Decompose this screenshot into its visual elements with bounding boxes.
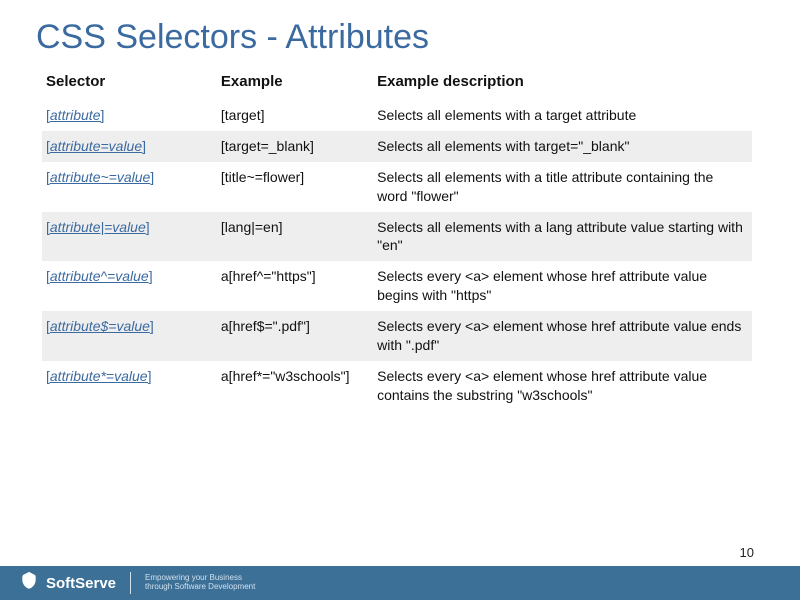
selector-cell: [attribute~=value] xyxy=(42,162,217,212)
selector-link[interactable]: attribute xyxy=(50,107,101,123)
description-cell: Selects all elements with target="_blank… xyxy=(373,131,752,162)
table-row: [attribute] [target] Selects all element… xyxy=(42,100,752,131)
example-cell: [target] xyxy=(217,100,373,131)
description-cell: Selects every <a> element whose href att… xyxy=(373,311,752,361)
description-cell: Selects every <a> element whose href att… xyxy=(373,361,752,411)
page-number: 10 xyxy=(740,545,754,560)
table-row: [attribute$=value] a[href$=".pdf"] Selec… xyxy=(42,311,752,361)
description-cell: Selects all elements with a lang attribu… xyxy=(373,212,752,262)
table-row: [attribute*=value] a[href*="w3schools"] … xyxy=(42,361,752,411)
table-row: [attribute^=value] a[href^="https"] Sele… xyxy=(42,261,752,311)
selector-link[interactable]: attribute=value xyxy=(50,138,142,154)
selector-cell: [attribute$=value] xyxy=(42,311,217,361)
selector-link[interactable]: attribute|=value xyxy=(50,219,146,235)
table-header-row: Selector Example Example description xyxy=(42,67,752,100)
table-row: [attribute~=value] [title~=flower] Selec… xyxy=(42,162,752,212)
brand-name: SoftServe xyxy=(46,575,116,592)
description-cell: Selects all elements with a target attri… xyxy=(373,100,752,131)
footer-bar: SoftServe Empowering your Business throu… xyxy=(0,566,800,600)
selector-cell: [attribute^=value] xyxy=(42,261,217,311)
slide-title: CSS Selectors - Attributes xyxy=(0,0,800,67)
example-cell: [title~=flower] xyxy=(217,162,373,212)
selector-cell: [attribute] xyxy=(42,100,217,131)
table-row: [attribute=value] [target=_blank] Select… xyxy=(42,131,752,162)
selector-cell: [attribute*=value] xyxy=(42,361,217,411)
footer-tagline: Empowering your Business through Softwar… xyxy=(145,574,255,592)
col-header-description: Example description xyxy=(373,67,752,100)
description-cell: Selects every <a> element whose href att… xyxy=(373,261,752,311)
example-cell: a[href$=".pdf"] xyxy=(217,311,373,361)
example-cell: a[href^="https"] xyxy=(217,261,373,311)
selector-link[interactable]: attribute$=value xyxy=(50,318,150,334)
selector-link[interactable]: attribute~=value xyxy=(50,169,150,185)
brand-logo: SoftServe xyxy=(18,570,116,597)
selector-cell: [attribute|=value] xyxy=(42,212,217,262)
selector-link[interactable]: attribute^=value xyxy=(50,268,149,284)
slide: CSS Selectors - Attributes Selector Exam… xyxy=(0,0,800,600)
description-cell: Selects all elements with a title attrib… xyxy=(373,162,752,212)
col-header-selector: Selector xyxy=(42,67,217,100)
example-cell: [target=_blank] xyxy=(217,131,373,162)
selector-link[interactable]: attribute*=value xyxy=(50,368,148,384)
table-row: [attribute|=value] [lang|=en] Selects al… xyxy=(42,212,752,262)
selector-cell: [attribute=value] xyxy=(42,131,217,162)
selectors-table: Selector Example Example description [at… xyxy=(42,67,752,411)
footer-divider xyxy=(130,572,131,594)
example-cell: [lang|=en] xyxy=(217,212,373,262)
example-cell: a[href*="w3schools"] xyxy=(217,361,373,411)
tagline-line2: through Software Development xyxy=(145,583,255,592)
col-header-example: Example xyxy=(217,67,373,100)
logo-mark-icon xyxy=(18,570,40,597)
